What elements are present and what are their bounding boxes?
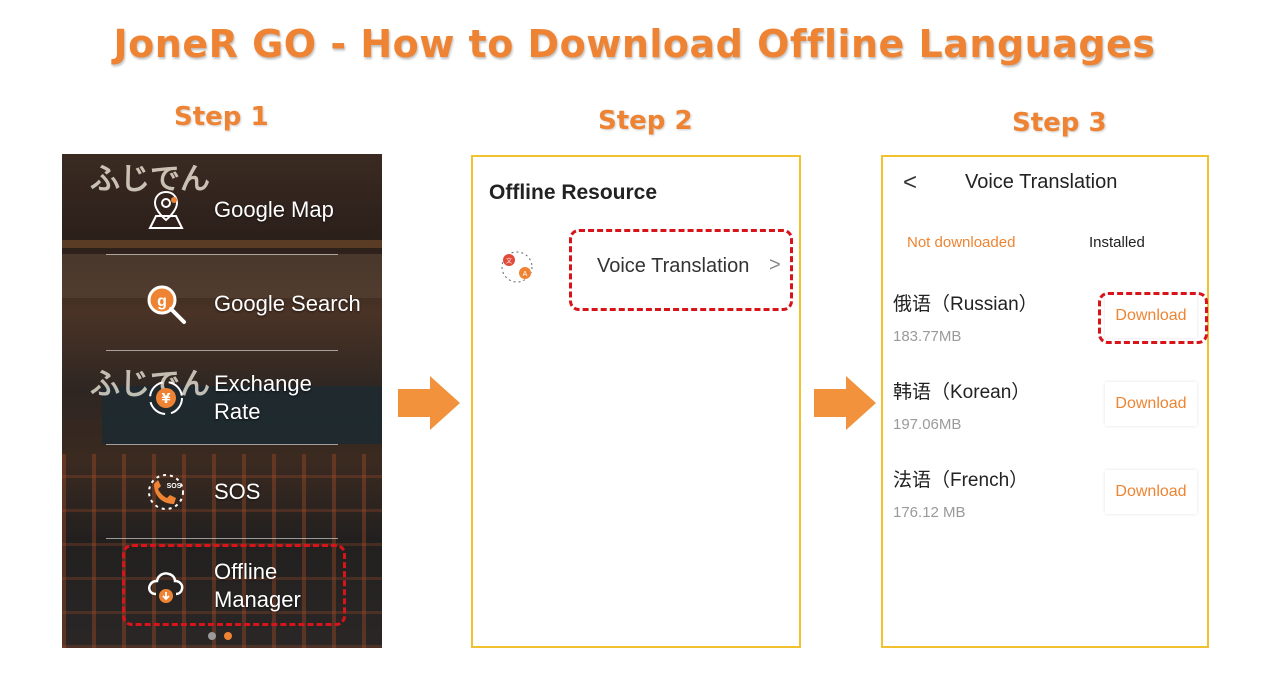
step-3-label: Step 3	[1012, 108, 1107, 138]
highlight-download-russian	[1098, 292, 1208, 344]
page-title: JoneR GO - How to Download Offline Langu…	[113, 22, 1156, 66]
tab-not-downloaded[interactable]: Not downloaded	[907, 234, 1015, 251]
step2-offline-resource-screen: Offline Resource 文 A Voice Translation >	[471, 155, 801, 648]
step-2-label: Step 2	[598, 106, 693, 136]
language-name-french: 法语（French）	[893, 470, 1029, 491]
svg-text:¥: ¥	[161, 392, 170, 407]
menu-item-exchange-rate[interactable]: ¥ Exchange Rate	[144, 370, 334, 426]
page-indicator	[208, 632, 232, 640]
search-icon: g	[144, 282, 188, 326]
step3-voice-translation-screen: < Voice Translation Not downloaded Insta…	[881, 155, 1209, 648]
menu-label-sos: SOS	[214, 479, 261, 504]
page-dot[interactable]	[208, 632, 216, 640]
page-dot-active[interactable]	[224, 632, 232, 640]
language-size-russian: 183.77MB	[893, 328, 962, 345]
highlight-offline-manager	[122, 544, 346, 626]
menu-item-sos[interactable]: SOS SOS	[144, 470, 260, 514]
language-name-russian: 俄语（Russian）	[893, 294, 1038, 315]
sos-phone-icon: SOS	[144, 470, 188, 514]
eave-beam	[62, 240, 382, 248]
menu-divider	[106, 444, 338, 445]
translate-icon: 文 A	[501, 251, 533, 283]
menu-divider	[106, 538, 338, 539]
svg-text:A: A	[523, 271, 528, 278]
language-name-korean: 韩语（Korean）	[893, 382, 1031, 403]
svg-text:文: 文	[506, 257, 512, 265]
menu-label-google-search: Google Search	[214, 291, 361, 316]
menu-label-google-map: Google Map	[214, 197, 334, 222]
highlight-voice-translation	[569, 229, 793, 311]
language-size-french: 176.12 MB	[893, 504, 966, 521]
map-pin-icon	[144, 188, 188, 232]
download-korean-button[interactable]: Download	[1105, 382, 1197, 426]
menu-item-google-map[interactable]: Google Map	[144, 188, 334, 232]
step-1-label: Step 1	[174, 102, 269, 132]
menu-divider	[106, 350, 338, 351]
arrow-right-icon	[398, 376, 460, 430]
back-icon[interactable]: <	[903, 169, 917, 197]
svg-text:g: g	[157, 293, 167, 310]
currency-exchange-icon: ¥	[144, 376, 188, 420]
step1-phone-screen: ふじでん ふじでん Google Map g Google Search ¥ E…	[62, 154, 382, 648]
arrow-right-icon	[814, 376, 876, 430]
menu-divider	[106, 254, 338, 255]
language-size-korean: 197.06MB	[893, 416, 962, 433]
menu-label-exchange-rate: Exchange Rate	[214, 371, 312, 424]
download-french-button[interactable]: Download	[1105, 470, 1197, 514]
offline-resource-header: Offline Resource	[489, 181, 658, 204]
menu-item-google-search[interactable]: g Google Search	[144, 282, 361, 326]
tab-installed[interactable]: Installed	[1089, 234, 1145, 251]
voice-translation-header: Voice Translation	[965, 171, 1118, 193]
svg-text:SOS: SOS	[167, 483, 182, 490]
